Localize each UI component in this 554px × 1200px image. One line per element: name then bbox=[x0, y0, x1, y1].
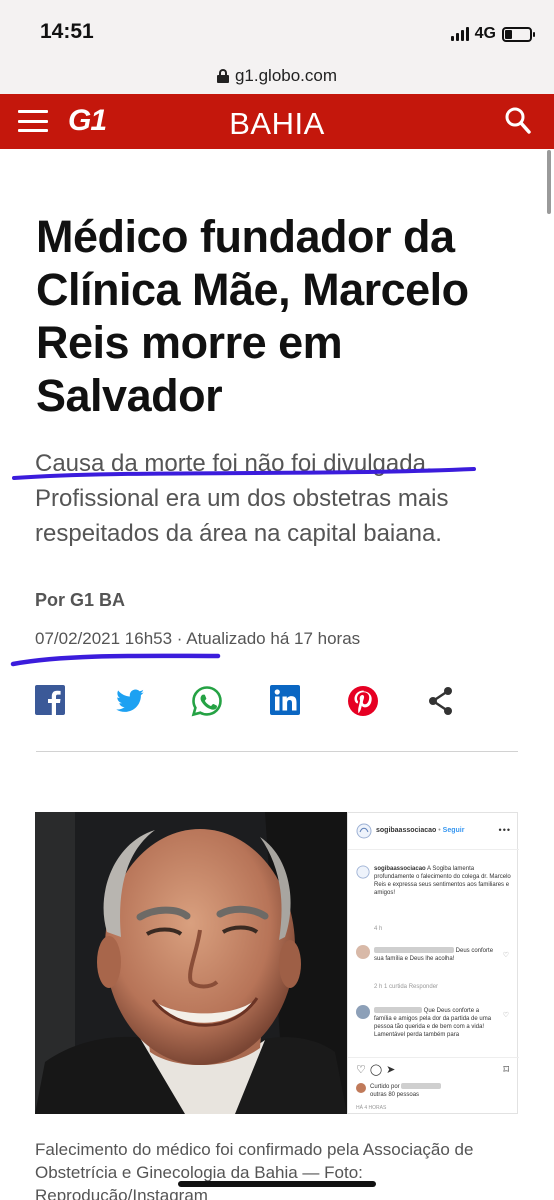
address-bar[interactable]: g1.globo.com bbox=[0, 58, 554, 94]
account-avatar-small bbox=[356, 865, 370, 879]
date-underline bbox=[10, 653, 221, 667]
linkedin-icon[interactable] bbox=[269, 684, 303, 718]
instagram-account: sogibaassociacao bbox=[376, 827, 437, 834]
article-subtitle: Causa da morte foi não foi divulgada. Pr… bbox=[35, 450, 449, 547]
clock: 14:51 bbox=[40, 20, 94, 43]
byline: Por G1 BA bbox=[35, 590, 126, 610]
signal-icon bbox=[450, 27, 469, 41]
instagram-post-screenshot: sogibaassociacao • Seguir ••• sogibaasso… bbox=[347, 812, 519, 1114]
post-actions: ♡◯➤ bbox=[356, 1064, 400, 1076]
likes-text: Curtido por outras 80 pessoas bbox=[370, 1083, 510, 1099]
post-text: sogibaassociacao A Sogiba lamenta profun… bbox=[374, 866, 511, 896]
follow-link: Seguir bbox=[442, 827, 465, 834]
heart-icon: ♡ bbox=[502, 952, 509, 959]
commenter-avatar bbox=[356, 945, 370, 959]
post-time: HÁ 4 HORAS bbox=[356, 1105, 387, 1111]
status-indicators: 4G bbox=[450, 22, 535, 46]
section-title[interactable]: BAHIA bbox=[0, 106, 554, 142]
url-text: g1.globo.com bbox=[234, 66, 338, 85]
comment-1: Deus conforte sua família e Deus lhe aco… bbox=[374, 947, 494, 962]
status-bar: 14:51 4G bbox=[0, 0, 554, 58]
scrollbar[interactable] bbox=[547, 150, 551, 214]
instagram-header: sogibaassociacao • Seguir bbox=[376, 827, 465, 834]
home-indicator[interactable] bbox=[178, 1181, 376, 1187]
liker-avatar bbox=[356, 1083, 366, 1093]
more-icon: ••• bbox=[498, 825, 511, 835]
article-photo[interactable] bbox=[35, 812, 347, 1114]
bookmark-icon: ⌑ bbox=[503, 1064, 509, 1076]
divider bbox=[36, 751, 518, 752]
article-headline: Médico fundador da Clínica Mãe, Marcelo … bbox=[36, 211, 469, 421]
portrait-illustration bbox=[35, 812, 347, 1114]
facebook-icon[interactable] bbox=[34, 684, 68, 718]
twitter-icon[interactable] bbox=[113, 684, 147, 718]
battery-icon bbox=[502, 26, 535, 42]
network-type: 4G bbox=[474, 25, 496, 42]
site-header: G1 BAHIA bbox=[0, 94, 554, 149]
lock-icon bbox=[216, 69, 229, 83]
share-icon[interactable] bbox=[424, 684, 458, 718]
search-icon[interactable] bbox=[504, 106, 532, 136]
account-avatar bbox=[356, 823, 372, 839]
photo-caption: Falecimento do médico foi confirmado pel… bbox=[35, 1140, 474, 1200]
dateline: 07/02/2021 16h53 · Atualizado há 17 hora… bbox=[35, 629, 361, 648]
comment-1-meta: 2 h 1 curtida Responder bbox=[374, 984, 439, 990]
comment-2: Que Deus conforte a família e amigos pel… bbox=[374, 1007, 492, 1038]
post-age: 4 h bbox=[374, 926, 383, 932]
heart-icon: ♡ bbox=[502, 1012, 509, 1019]
pinterest-icon[interactable] bbox=[346, 684, 380, 718]
share-bar bbox=[34, 684, 474, 720]
commenter-avatar bbox=[356, 1005, 370, 1019]
whatsapp-icon[interactable] bbox=[190, 684, 224, 718]
